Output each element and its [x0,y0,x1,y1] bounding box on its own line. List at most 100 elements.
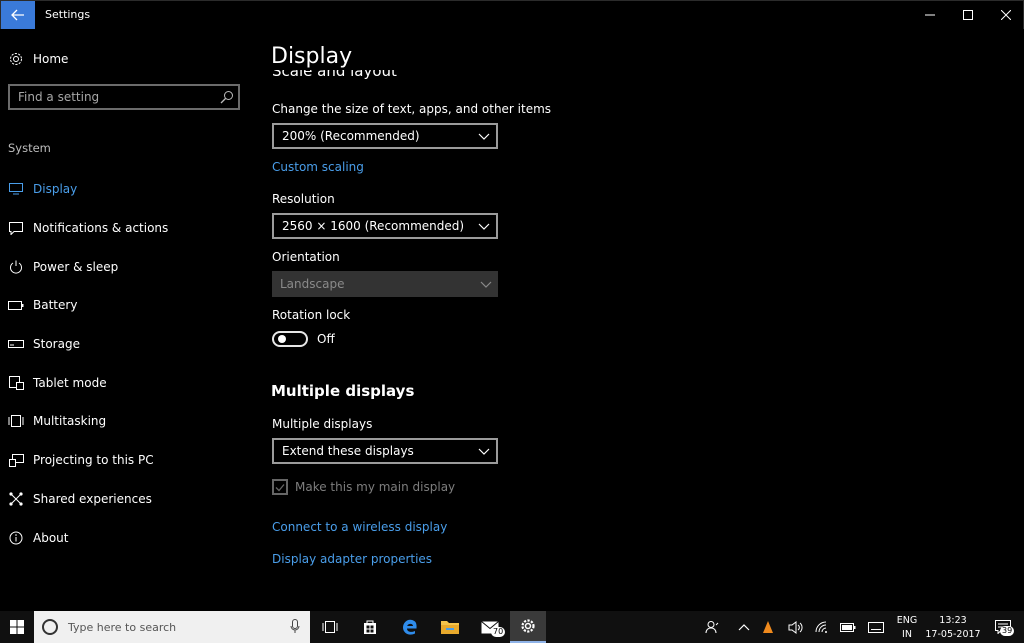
sidebar-item-about[interactable]: About [0,518,260,557]
volume-button[interactable] [786,611,806,643]
sidebar-item-storage[interactable]: Storage [0,325,260,364]
display-adapter-link[interactable]: Display adapter properties [272,552,432,566]
gear-icon [10,53,22,65]
sidebar-item-label: Shared experiences [33,491,152,506]
sidebar-item-label: Tablet mode [33,375,107,390]
search-icon[interactable] [220,89,234,108]
maximize-button[interactable] [949,1,987,29]
home-label: Home [33,52,69,66]
storage-icon [8,336,24,352]
clock-button[interactable]: 13:23 17-05-2017 [924,611,982,643]
orientation-dropdown: Landscape [272,271,498,297]
scale-value: 200% (Recommended) [282,129,420,143]
sidebar-item-label: Projecting to this PC [33,453,154,468]
start-button[interactable] [0,611,34,643]
battery-icon [8,297,24,313]
sidebar-item-tablet-mode[interactable]: Tablet mode [0,363,260,402]
multiple-displays-value: Extend these displays [282,444,414,458]
file-explorer-button[interactable] [434,611,466,643]
sidebar-item-display[interactable]: Display [0,170,260,209]
resolution-value: 2560 × 1600 (Recommended) [282,219,465,233]
sidebar-item-label: Notifications & actions [33,221,169,236]
sidebar-item-label: Battery [33,298,78,313]
sidebar-item-label: Multitasking [33,414,107,429]
info-icon [8,530,24,546]
vlc-icon [763,620,773,633]
chevron-down-icon [478,445,490,459]
chevron-down-icon [478,220,490,234]
taskbar: Type here to search 70 ENG IN 13:23 17-0… [0,611,1024,643]
notification-count-badge: 39 [1000,626,1015,636]
main-display-checkbox-label: Make this my main display [295,480,456,494]
taskbar-search-box[interactable]: Type here to search [34,611,310,643]
back-button[interactable] [1,1,35,29]
edge-icon [403,619,417,635]
task-view-button[interactable] [314,611,346,643]
folder-icon [441,621,459,634]
touch-keyboard-button[interactable] [866,611,886,643]
home-nav-item[interactable]: Home [8,50,68,68]
toggle-knob [278,335,286,343]
sidebar-item-notifications[interactable]: Notifications & actions [0,209,260,248]
window-title: Settings [45,8,91,21]
settings-taskbar-button[interactable] [510,611,546,643]
battery-icon [840,622,856,632]
multiple-displays-heading: Multiple displays [271,382,415,400]
multiple-displays-label: Multiple displays [272,417,373,431]
wireless-display-link[interactable]: Connect to a wireless display [272,520,447,534]
sidebar-item-shared-experiences[interactable]: Shared experiences [0,480,260,519]
close-button[interactable] [987,1,1024,29]
show-hidden-icons-button[interactable] [734,611,754,643]
speaker-icon [788,620,803,634]
region-text: IN [902,628,912,640]
action-center-button[interactable]: 39 [988,611,1018,643]
language-text: ENG [896,614,918,626]
sidebar-item-label: Storage [33,337,80,352]
multitasking-icon [8,413,24,429]
sidebar-item-battery[interactable]: Battery [0,286,260,325]
rotation-lock-label: Rotation lock [272,308,351,322]
people-button[interactable] [702,611,722,643]
clock-time: 13:23 [939,614,967,626]
sidebar-item-label: Display [33,182,78,197]
resolution-dropdown[interactable]: 2560 × 1600 (Recommended) [272,213,498,239]
minimize-icon [925,14,935,16]
store-icon [364,620,376,634]
arrow-left-icon [11,9,24,21]
windows-icon [10,620,24,634]
projecting-icon [8,452,24,468]
shared-icon [8,491,24,507]
chevron-down-icon [478,130,490,144]
network-button[interactable] [812,611,832,643]
monitor-icon [8,181,24,197]
title-bar: Settings [0,0,1024,29]
microphone-icon[interactable] [290,619,300,638]
chevron-down-icon [480,278,492,292]
minimize-button[interactable] [911,1,949,29]
vlc-tray-button[interactable] [758,611,778,643]
store-button[interactable] [354,611,386,643]
sidebar-item-power-sleep[interactable]: Power & sleep [0,247,260,286]
mail-button[interactable]: 70 [474,611,506,643]
task-view-icon [322,621,338,633]
edge-button[interactable] [394,611,426,643]
battery-tray-button[interactable] [838,611,858,643]
tablet-icon [8,375,24,391]
rotation-lock-toggle[interactable] [272,331,308,347]
sidebar-nav: Display Notifications & actions Power & … [0,170,260,557]
multiple-displays-dropdown[interactable]: Extend these displays [272,438,498,464]
gear-icon [521,619,535,633]
mail-badge: 70 [491,627,506,637]
sidebar-item-projecting[interactable]: Projecting to this PC [0,441,260,480]
custom-scaling-link[interactable]: Custom scaling [272,160,364,174]
input-language-button[interactable]: ENG IN [893,611,921,643]
scale-label: Change the size of text, apps, and other… [272,102,552,116]
find-setting-search[interactable] [8,84,240,110]
sidebar-item-multitasking[interactable]: Multitasking [0,402,260,441]
message-icon [8,220,24,236]
scale-dropdown[interactable]: 200% (Recommended) [272,123,498,149]
maximize-icon [963,10,973,20]
cortana-icon [42,619,58,635]
orientation-value: Landscape [280,277,345,291]
find-setting-input[interactable] [10,86,215,108]
